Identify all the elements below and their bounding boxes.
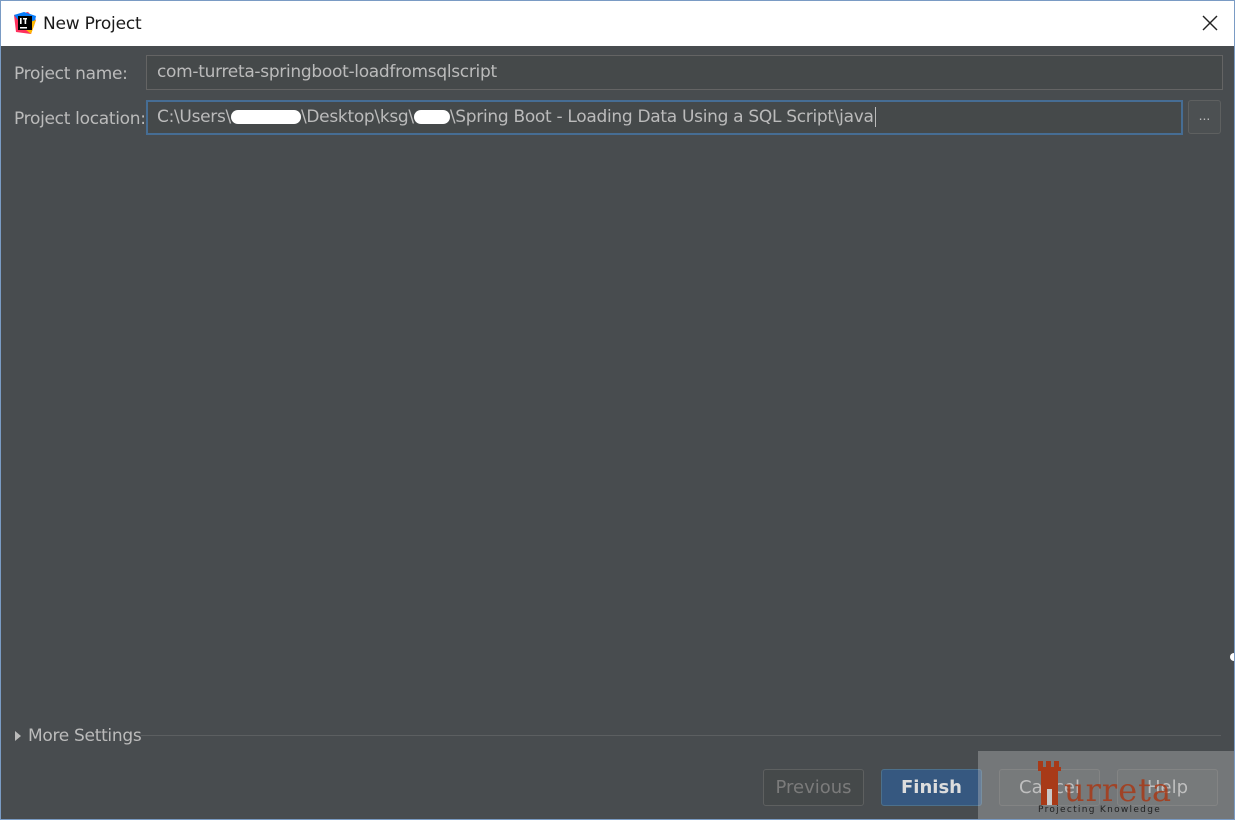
help-button[interactable]: Help [1117, 769, 1218, 806]
close-icon[interactable] [1200, 13, 1220, 33]
title-bar: New Project [1, 1, 1234, 46]
settings-divider [141, 735, 1221, 736]
project-location-label: Project location: [14, 109, 146, 129]
window-title: New Project [43, 14, 142, 34]
project-name-label: Project name: [14, 64, 128, 84]
intellij-idea-icon [14, 12, 36, 34]
watermark-subtitle: Projecting Knowledge [1038, 805, 1162, 815]
redacted-username [230, 110, 301, 124]
location-part-2: \Desktop\ksg\ [300, 107, 414, 127]
more-settings-label: More Settings [28, 726, 142, 746]
text-caret [874, 107, 876, 127]
project-location-input[interactable]: C:\Users\ \Desktop\ksg\ \Spring Boot - Loa… [146, 100, 1183, 135]
project-name-value: com-turreta-springboot-loadfromsqlscript [157, 62, 497, 82]
browse-button[interactable]: ... [1188, 100, 1221, 134]
location-part-1: C:\Users\ [157, 107, 231, 127]
location-part-3: \Spring Boot - Loading Data Using a SQL … [449, 107, 874, 127]
more-settings-toggle[interactable]: More Settings [15, 726, 142, 746]
triangle-right-icon [15, 731, 21, 741]
new-project-dialog: New Project Project name: com-turreta-sp… [0, 0, 1235, 820]
finish-button[interactable]: Finish [881, 769, 982, 806]
resize-handle[interactable] [1230, 653, 1234, 661]
dialog-content: Project name: com-turreta-springboot-loa… [1, 46, 1234, 819]
previous-button[interactable]: Previous [763, 769, 864, 806]
project-name-input[interactable]: com-turreta-springboot-loadfromsqlscript [146, 55, 1223, 90]
redacted-folder [413, 110, 450, 124]
cancel-button[interactable]: Cancel [999, 769, 1100, 806]
